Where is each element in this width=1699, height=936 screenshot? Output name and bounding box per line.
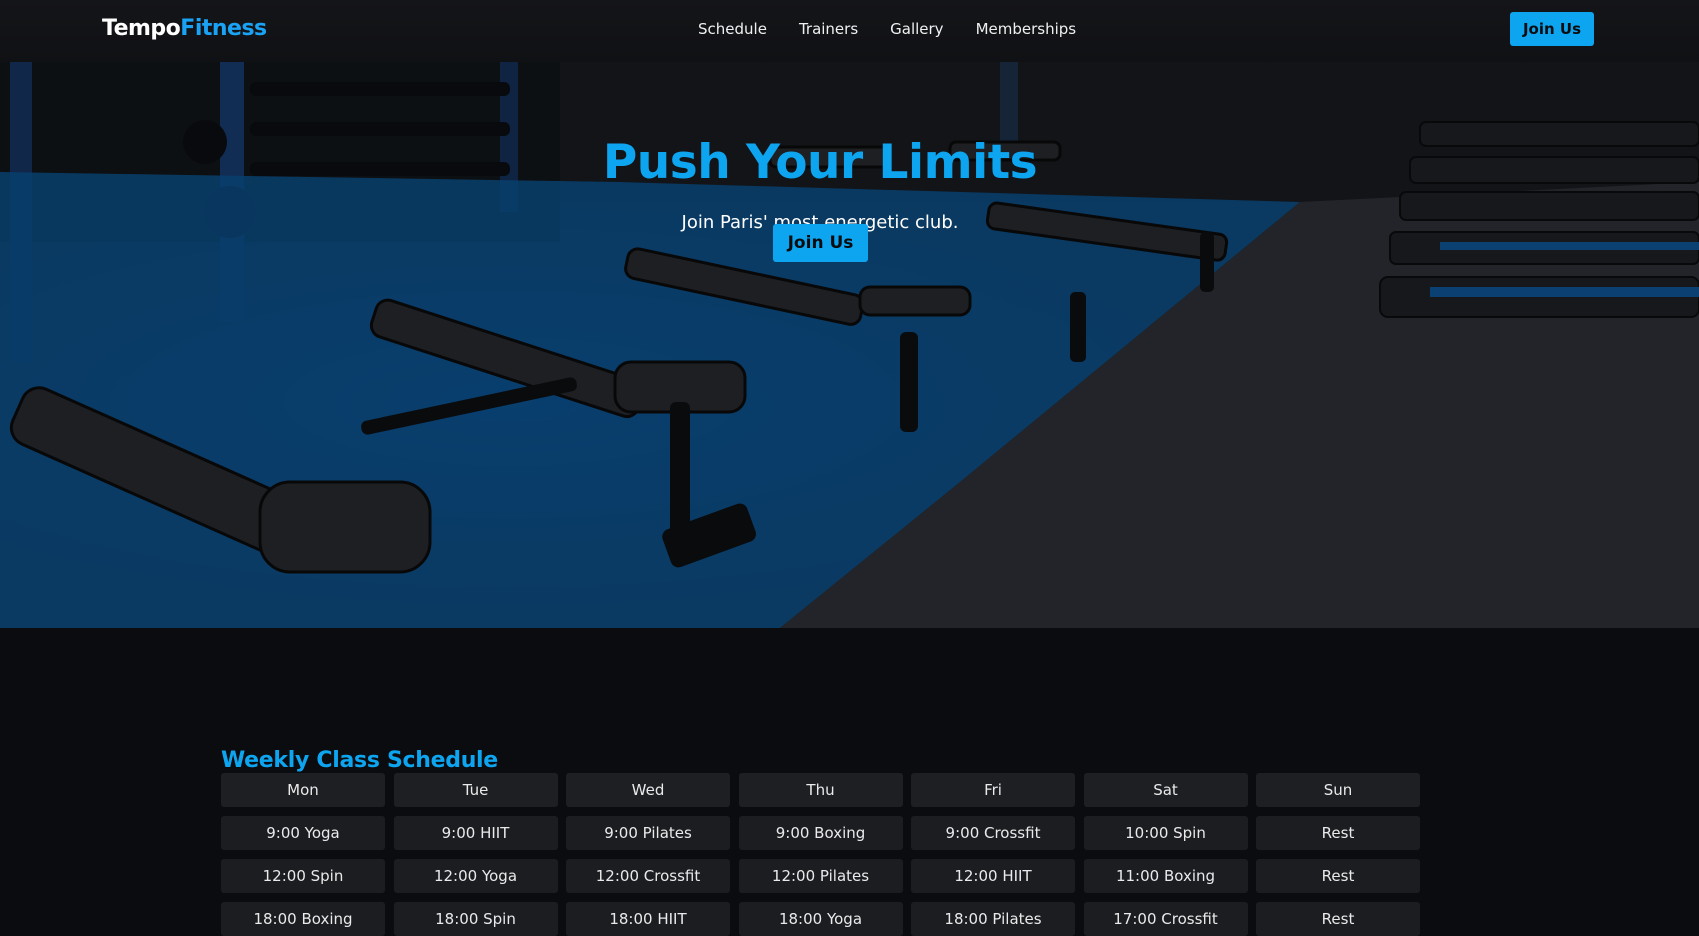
nav-link-schedule[interactable]: Schedule [698,20,767,38]
day-header: Sat [1083,773,1248,807]
class-cell: 9:00 Pilates [566,816,730,850]
class-cell: 12:00 Crossfit [566,859,730,893]
logo-accent-text: Fitness [180,16,267,41]
class-cell: 9:00 Boxing [738,816,903,850]
nav-links: Schedule Trainers Gallery Memberships [698,20,1076,38]
class-cell: 9:00 Yoga [221,816,385,850]
class-cell: 18:00 Yoga [738,902,903,936]
top-navbar: TempoFitness Schedule Trainers Gallery M… [0,0,1699,62]
hero-join-button[interactable]: Join Us [773,224,868,262]
class-cell: 11:00 Boxing [1083,859,1248,893]
class-cell: 18:00 Pilates [911,902,1075,936]
class-cell: 12:00 Yoga [393,859,558,893]
day-header: Wed [566,773,730,807]
day-header: Tue [393,773,558,807]
site-logo[interactable]: TempoFitness [102,16,267,41]
day-header: Thu [738,773,903,807]
schedule-table: Mon Tue Wed Thu Fri Sat Sun 9:00 Yoga 9:… [221,773,1420,936]
schedule-title: Weekly Class Schedule [221,748,498,774]
day-header: Mon [221,773,385,807]
class-cell: 9:00 Crossfit [911,816,1075,850]
class-cell: 12:00 Spin [221,859,385,893]
class-cell: 18:00 Boxing [221,902,385,936]
nav-link-gallery[interactable]: Gallery [890,20,943,38]
logo-primary-text: Tempo [102,16,181,41]
class-cell: 12:00 Pilates [738,859,903,893]
hero-title: Push Your Limits [602,135,1038,191]
class-cell: Rest [1256,902,1420,936]
hero-section: Push Your Limits Join Paris' most energe… [0,62,1699,628]
nav-join-button[interactable]: Join Us [1510,12,1594,46]
class-cell: Rest [1256,859,1420,893]
nav-link-memberships[interactable]: Memberships [976,20,1077,38]
class-cell: 18:00 Spin [393,902,558,936]
nav-link-trainers[interactable]: Trainers [799,20,858,38]
class-cell: 9:00 HIIT [393,816,558,850]
class-cell: 10:00 Spin [1083,816,1248,850]
class-cell: 17:00 Crossfit [1083,902,1248,936]
day-header: Fri [911,773,1075,807]
class-cell: 18:00 HIIT [566,902,730,936]
class-cell: Rest [1256,816,1420,850]
class-cell: 12:00 HIIT [911,859,1075,893]
day-header: Sun [1256,773,1420,807]
